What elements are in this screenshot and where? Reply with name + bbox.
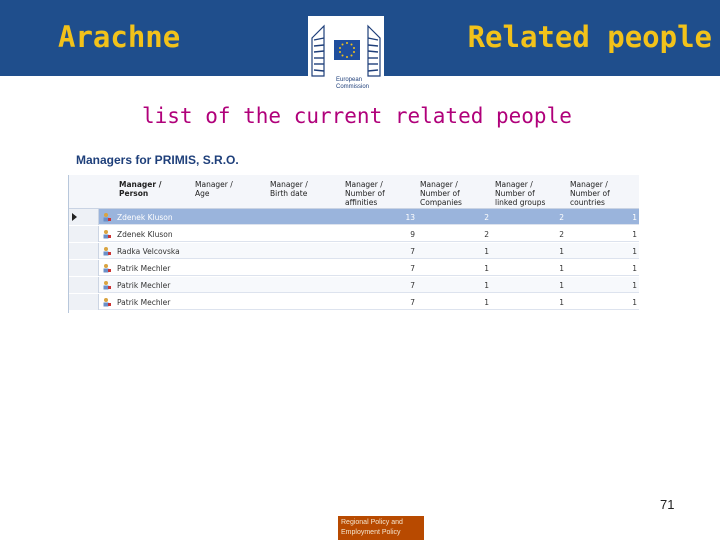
column-header-person[interactable]: Manager / Person xyxy=(119,180,161,198)
cell-companies: 1 xyxy=(484,298,489,307)
cell-linked-groups: 2 xyxy=(559,213,564,222)
column-header-affinities[interactable]: Manager / Number of affinities xyxy=(345,180,385,207)
column-header-age[interactable]: Manager / Age xyxy=(195,180,233,198)
cell-companies: 1 xyxy=(484,264,489,273)
table-row[interactable]: Zdenek Kluson 13 2 2 1 xyxy=(69,209,639,225)
cell-linked-groups: 1 xyxy=(559,281,564,290)
row-indicator[interactable] xyxy=(69,243,99,259)
cell-companies: 2 xyxy=(484,230,489,239)
logo-text: European Commission xyxy=(336,77,370,90)
table-row[interactable]: Patrik Mechler 7 1 1 1 xyxy=(69,294,639,310)
cell-companies: 2 xyxy=(484,213,489,222)
cell-companies: 1 xyxy=(484,247,489,256)
cell-countries: 1 xyxy=(632,264,637,273)
cell-countries: 1 xyxy=(632,247,637,256)
european-commission-logo: European Commission xyxy=(308,16,384,100)
person-icon xyxy=(103,213,111,222)
cell-affinities: 7 xyxy=(410,264,415,273)
cell-countries: 1 xyxy=(632,230,637,239)
current-row-arrow-icon xyxy=(72,213,77,221)
managers-grid[interactable]: Manager / Person Manager / Age Manager / Bi… xyxy=(68,175,639,313)
section-title: Related people xyxy=(467,20,712,54)
cell-affinities: 13 xyxy=(405,213,415,222)
row-indicator[interactable] xyxy=(69,226,99,242)
cell-person: Radka Velcovska xyxy=(117,247,180,256)
cell-affinities: 7 xyxy=(410,247,415,256)
page-number: 71 xyxy=(660,497,675,512)
cell-companies: 1 xyxy=(484,281,489,290)
cell-person: Patrik Mechler xyxy=(117,264,171,273)
grid-header: Manager / Person Manager / Age Manager / Bi… xyxy=(69,175,639,209)
person-icon xyxy=(103,281,111,290)
cell-linked-groups: 1 xyxy=(559,264,564,273)
table-row[interactable]: Radka Velcovska 7 1 1 1 xyxy=(69,243,639,259)
cell-person: Patrik Mechler xyxy=(117,281,171,290)
person-icon xyxy=(103,247,111,256)
footer-badge: Regional Policy and Employment Policy xyxy=(338,516,424,540)
cell-countries: 1 xyxy=(632,281,637,290)
cell-affinities: 7 xyxy=(410,298,415,307)
column-header-companies[interactable]: Manager / Number of Companies xyxy=(420,180,462,207)
table-row[interactable]: Patrik Mechler 7 1 1 1 xyxy=(69,277,639,293)
table-row[interactable]: Zdenek Kluson 9 2 2 1 xyxy=(69,226,639,242)
cell-affinities: 7 xyxy=(410,281,415,290)
column-header-countries[interactable]: Manager / Number of countries xyxy=(570,180,610,207)
cell-person: Zdenek Kluson xyxy=(117,230,173,239)
table-row[interactable]: Patrik Mechler 7 1 1 1 xyxy=(69,260,639,276)
column-header-birth-date[interactable]: Manager / Birth date xyxy=(270,180,308,198)
row-indicator[interactable] xyxy=(69,277,99,293)
cell-affinities: 9 xyxy=(410,230,415,239)
person-icon xyxy=(103,264,111,273)
page-subtitle: list of the current related people xyxy=(142,104,572,128)
row-indicator[interactable] xyxy=(69,294,99,310)
grid-title: Managers for PRIMIS, S.R.O. xyxy=(76,153,239,167)
person-icon xyxy=(103,230,111,239)
cell-countries: 1 xyxy=(632,298,637,307)
app-title: Arachne xyxy=(58,20,181,54)
row-indicator[interactable] xyxy=(69,260,99,276)
cell-countries: 1 xyxy=(632,213,637,222)
cell-linked-groups: 2 xyxy=(559,230,564,239)
cell-person: Patrik Mechler xyxy=(117,298,171,307)
column-header-linked-groups[interactable]: Manager / Number of linked groups xyxy=(495,180,545,207)
cell-linked-groups: 1 xyxy=(559,298,564,307)
cell-person: Zdenek Kluson xyxy=(117,213,173,222)
row-indicator[interactable] xyxy=(69,209,99,225)
person-icon xyxy=(103,298,111,307)
cell-linked-groups: 1 xyxy=(559,247,564,256)
